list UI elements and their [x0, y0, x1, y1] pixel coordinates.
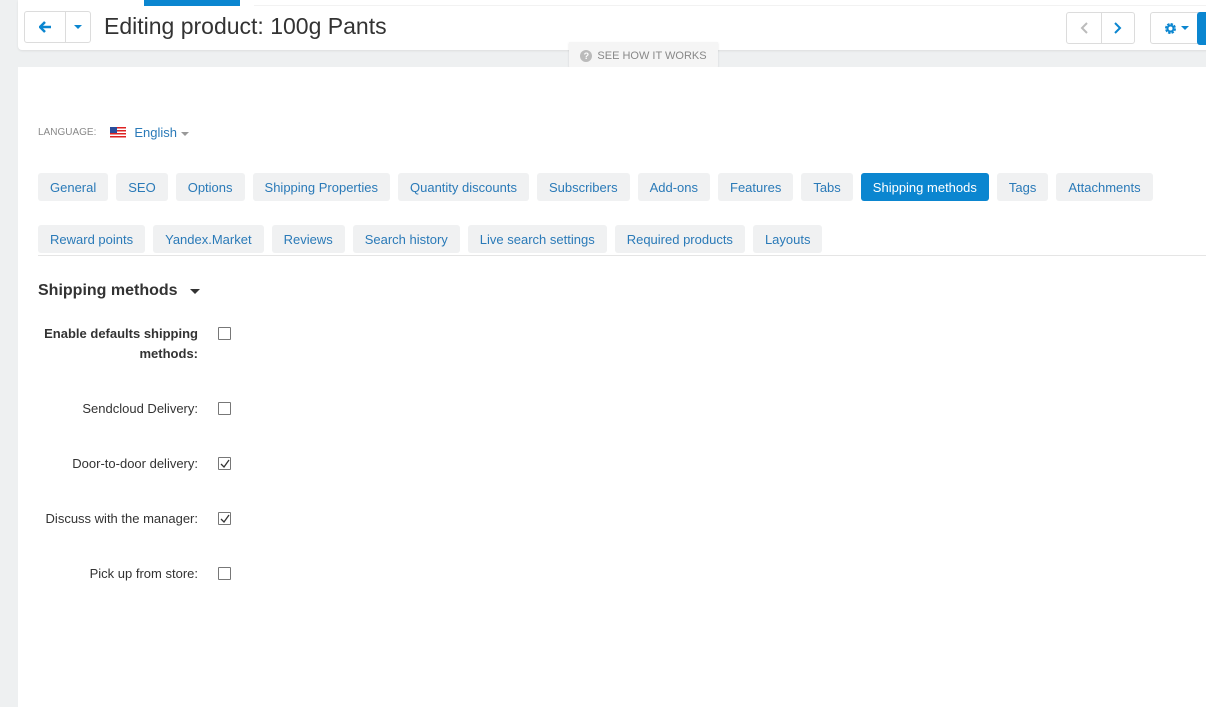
field-row: Enable defaults shipping methods: [18, 324, 248, 364]
tab-live-search-settings[interactable]: Live search settings [467, 225, 607, 253]
field-label: Sendcloud Delivery: [82, 401, 198, 416]
field-row: Sendcloud Delivery: [18, 399, 248, 419]
tab-shipping-methods[interactable]: Shipping methods [860, 173, 989, 201]
field-row: Discuss with the manager: [18, 509, 248, 529]
checkmark-icon [220, 514, 230, 524]
active-menu-indicator [144, 0, 240, 6]
checkbox[interactable] [218, 327, 231, 340]
field-label: Discuss with the manager: [45, 511, 198, 526]
page-title: Editing product: 100g Pants [104, 13, 387, 39]
pager [1066, 12, 1135, 44]
tab-general[interactable]: General [38, 173, 109, 201]
checkbox[interactable] [218, 567, 231, 580]
help-icon: ? [580, 49, 593, 62]
tab-layouts[interactable]: Layouts [752, 225, 823, 253]
field-label: Enable defaults shipping methods: [44, 326, 198, 361]
settings-dropdown[interactable] [1150, 12, 1202, 44]
see-how-it-works-button[interactable]: ? See how it works [569, 42, 718, 69]
tab-add-ons[interactable]: Add-ons [637, 173, 711, 201]
tab-tabs[interactable]: Tabs [801, 173, 853, 201]
tab-reviews[interactable]: Reviews [271, 225, 345, 253]
chevron-right-icon [1114, 22, 1122, 34]
checkbox[interactable] [218, 402, 231, 415]
tab-quantity-discounts[interactable]: Quantity discounts [398, 173, 529, 201]
caret-down-icon [1180, 26, 1189, 30]
tab-bar: General SEO Options Shipping Properties Quan… [38, 173, 1188, 253]
caret-down-icon [189, 288, 200, 294]
main-content: LANGUAGE: English General SEO Options Shipp… [18, 67, 1206, 707]
field-label: Pick up from store: [89, 566, 198, 581]
tab-seo[interactable]: SEO [116, 173, 168, 201]
field-label: Door-to-door delivery: [72, 456, 198, 471]
language-dropdown[interactable]: English [134, 125, 189, 140]
divider [38, 255, 1206, 256]
tab-attachments[interactable]: Attachments [1056, 173, 1153, 201]
prev-product-button[interactable] [1067, 13, 1101, 43]
arrow-left-icon [38, 21, 51, 33]
field-row: Pick up from store: [18, 564, 248, 584]
field-row: Door-to-door delivery: [18, 454, 248, 474]
tab-tags[interactable]: Tags [996, 173, 1049, 201]
tab-features[interactable]: Features [718, 173, 794, 201]
language-selector: LANGUAGE: English [38, 125, 189, 140]
us-flag-icon [110, 127, 127, 138]
gear-icon [1164, 22, 1176, 34]
tab-yandex-market[interactable]: Yandex.Market [153, 225, 264, 253]
next-product-button[interactable] [1100, 13, 1135, 43]
caret-down-icon [181, 131, 189, 136]
back-button[interactable] [25, 12, 65, 42]
tab-options[interactable]: Options [175, 173, 245, 201]
tab-reward-points[interactable]: Reward points [38, 225, 146, 253]
checkbox[interactable] [218, 457, 231, 470]
back-dropdown-button[interactable] [65, 12, 90, 42]
tab-subscribers[interactable]: Subscribers [536, 173, 630, 201]
checkbox[interactable] [218, 512, 231, 525]
chevron-left-icon [1080, 22, 1088, 34]
back-button-group [24, 11, 91, 43]
tab-search-history[interactable]: Search history [352, 225, 460, 253]
section-toggle-shipping-methods[interactable]: Shipping methods [38, 282, 200, 300]
checkmark-icon [220, 459, 230, 469]
caret-down-icon [74, 25, 82, 29]
tab-required-products[interactable]: Required products [614, 225, 745, 253]
save-button[interactable] [1197, 12, 1206, 45]
tab-shipping-properties[interactable]: Shipping Properties [252, 173, 390, 201]
